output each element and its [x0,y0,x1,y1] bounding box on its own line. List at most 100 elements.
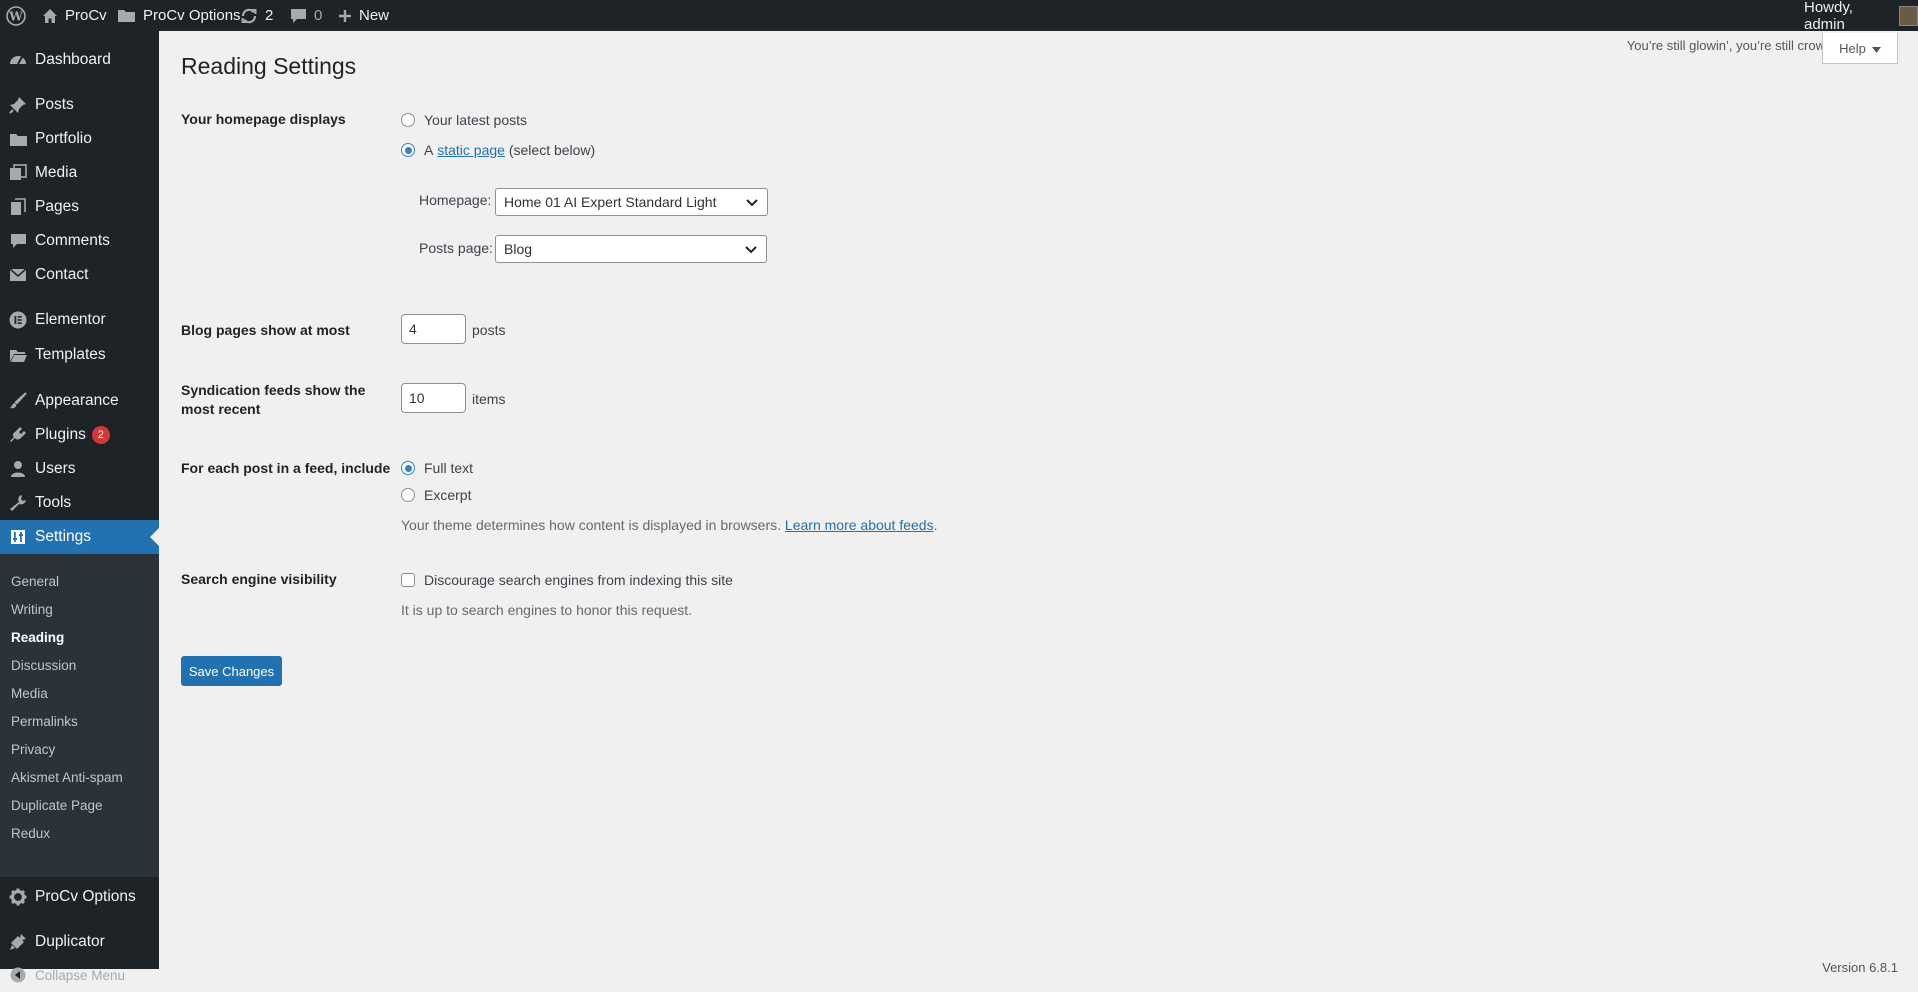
radio-latest-posts-label: Your latest posts [424,112,527,128]
submenu-item-media[interactable]: Media [11,686,48,701]
discourage-search-row[interactable]: Discourage search engines from indexing … [401,572,733,588]
sidebar-item-label: Posts [35,96,74,113]
submenu-item-writing[interactable]: Writing [11,602,53,617]
my-account-link[interactable]: Howdy, admin [1804,0,1918,33]
sidebar-item-label: Collapse Menu [35,967,126,983]
collapse-icon [8,965,28,985]
feed-description-text: Your theme determines how content is dis… [401,517,782,533]
pin-icon [8,95,28,115]
updates-link[interactable]: 2 [240,0,273,31]
discourage-search-checkbox[interactable] [401,573,415,587]
sidebar-item-label: Duplicator [35,933,105,950]
radio-static-page-label: A [424,142,434,158]
radio-excerpt-row[interactable]: Excerpt [401,487,471,503]
radio-full-text-row[interactable]: Full text [401,460,473,476]
pages-icon [8,197,28,217]
sidebar-item-users[interactable]: Users [0,452,159,486]
radio-static-page-row[interactable]: A static page (select below) [401,142,595,158]
new-content-link[interactable]: New [338,0,389,31]
sidebar-item-plugins[interactable]: Plugins 2 [0,418,159,452]
feed-items-input[interactable]: 10 [401,383,466,413]
wrench-icon [8,493,28,513]
folder-open-icon [8,345,28,365]
wordpress-logo[interactable]: W [6,0,26,31]
comments-link[interactable]: 0 [290,0,322,31]
media-icon [8,163,28,183]
sidebar-item-label: Pages [35,198,79,215]
sidebar-item-settings[interactable]: Settings [0,520,159,554]
mail-icon [8,265,28,285]
sidebar-item-label: Dashboard [35,51,111,68]
posts-unit: posts [472,322,506,338]
elementor-icon [8,310,28,330]
sidebar-item-pages[interactable]: Pages [0,190,159,224]
homepage-select-value: Home 01 AI Expert Standard Light [504,194,717,210]
homepage-select-label: Homepage: [419,192,492,208]
admin-bar: W ProCv ProCv Options 2 0 New Howdy, adm… [0,0,1918,33]
radio-full-text-label: Full text [424,460,474,476]
sidebar-item-portfolio[interactable]: Portfolio [0,122,159,156]
sidebar-item-label: Contact [35,266,89,283]
sidebar-item-appearance[interactable]: Appearance [0,384,159,418]
sidebar-item-label: Portfolio [35,130,92,147]
version-text: Version 6.8.1 [1822,960,1898,975]
submenu-item-akismet[interactable]: Akismet Anti-spam [11,770,123,785]
submenu-item-privacy[interactable]: Privacy [11,742,55,757]
folder-icon [8,129,28,149]
wordpress-logo-icon: W [6,5,26,26]
collapse-menu-button[interactable]: Collapse Menu [0,958,159,992]
search-visibility-description: It is up to search engines to honor this… [401,602,693,618]
sidebar-item-elementor[interactable]: Elementor [0,303,159,337]
homepage-displays-label: Your homepage displays [181,111,346,127]
sidebar-item-templates[interactable]: Templates [0,338,159,372]
select-below-text: (select below) [508,142,596,158]
sidebar-item-comments[interactable]: Comments [0,224,159,258]
submenu-item-reading[interactable]: Reading [11,630,64,645]
chevron-down-icon [744,241,758,260]
sidebar-item-media[interactable]: Media [0,156,159,190]
radio-excerpt[interactable] [401,488,415,502]
svg-text:W: W [8,9,23,23]
sidebar-item-label: ProCv Options [35,888,136,905]
save-changes-button[interactable]: Save Changes [181,656,282,686]
update-icon [240,7,258,25]
static-page-link[interactable]: static page [437,142,505,158]
sidebar-item-label: Plugins 2 [35,425,110,444]
chevron-down-icon [745,194,759,213]
sidebar-item-label: Appearance [35,392,119,409]
help-button[interactable]: Help [1822,33,1898,64]
submenu-item-discussion[interactable]: Discussion [11,658,76,673]
update-count-badge: 2 [91,425,110,444]
sidebar-item-duplicator[interactable]: Duplicator [0,925,159,959]
submenu-item-redux[interactable]: Redux [11,826,50,841]
updates-count: 2 [265,7,274,24]
learn-more-feeds-link[interactable]: Learn more about feeds [785,517,934,533]
radio-full-text[interactable] [401,461,415,475]
posts-page-select-label: Posts page: [419,240,493,256]
new-label: New [359,7,390,24]
feed-include-label: For each post in a feed, include [181,460,391,476]
posts-per-page-input[interactable]: 4 [401,314,466,344]
submenu-item-duplicate-page[interactable]: Duplicate Page [11,798,103,813]
radio-static-page[interactable] [401,143,415,157]
options-link[interactable]: ProCv Options [117,0,241,31]
submenu-item-general[interactable]: General [11,574,59,589]
sidebar-item-dashboard[interactable]: Dashboard [0,43,159,77]
radio-latest-posts[interactable] [401,113,415,127]
admin-sidebar: Dashboard Posts Portfolio Media Pages Co… [0,31,159,983]
submenu-item-permalinks[interactable]: Permalinks [11,714,78,729]
sidebar-item-contact[interactable]: Contact [0,258,159,292]
sidebar-item-label: Templates [35,346,106,363]
homepage-select[interactable]: Home 01 AI Expert Standard Light [495,188,768,216]
posts-page-select-value: Blog [504,241,533,257]
sidebar-item-tools[interactable]: Tools [0,486,159,520]
sidebar-item-label: Elementor [35,311,106,328]
options-label: ProCv Options [143,7,241,24]
sidebar-item-posts[interactable]: Posts [0,88,159,122]
radio-excerpt-label: Excerpt [424,487,472,503]
radio-latest-posts-row[interactable]: Your latest posts [401,112,527,128]
sidebar-item-procv-options[interactable]: ProCv Options [0,880,159,914]
feed-description-end: . [933,517,938,533]
posts-page-select[interactable]: Blog [495,235,767,263]
site-name-link[interactable]: ProCv [42,0,107,31]
